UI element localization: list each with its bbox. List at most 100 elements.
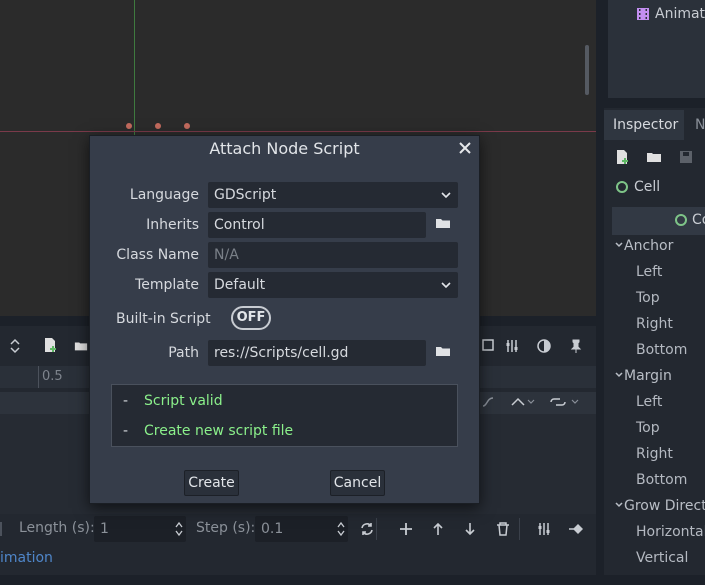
create-button[interactable]: Create [184,470,239,496]
language-label: Language [129,187,199,203]
key-insert-icon[interactable] [567,521,585,537]
onion-skin-icon[interactable] [536,338,552,354]
chevron-down-icon [614,500,624,510]
inspector-node-name: Cell [616,179,660,195]
property-anchor-top[interactable]: Top [612,290,705,316]
track-tools-icon[interactable] [536,521,552,537]
open-folder-icon[interactable] [646,149,662,165]
builtin-script-toggle[interactable]: OFF [231,306,271,330]
section-margin[interactable]: Margin [612,368,705,394]
browse-folder-icon[interactable] [434,214,456,236]
property-label: Bottom [636,342,688,358]
property-label: Horizontal [636,524,705,540]
animation-panel-link[interactable]: imation [0,550,53,566]
property-margin-right[interactable]: Right [612,446,705,472]
resize-handle[interactable] [126,123,132,129]
property-margin-bottom[interactable]: Bottom [612,472,705,498]
path-input[interactable]: res://Scripts/cell.gd [208,340,426,366]
class-name-input[interactable]: N/A [208,242,458,268]
property-label: Left [636,264,663,280]
spinner-icon[interactable] [174,520,184,538]
loop-mode-icon[interactable] [548,396,580,408]
step-value: 0.1 [261,521,284,537]
status-script-valid: Script valid [144,393,223,409]
status-bullet: - [123,393,129,409]
interpolation-icon[interactable] [482,396,496,408]
property-label: Bottom [636,472,688,488]
inherits-label: Inherits [146,217,199,233]
cancel-button[interactable]: Cancel [330,470,385,496]
property-anchor-right[interactable]: Right [612,316,705,342]
divider [0,522,2,536]
property-margin-left[interactable]: Left [612,394,705,420]
property-grow-vertical[interactable]: Vertical [612,550,705,576]
node-name-label: Cell [634,179,661,195]
length-field[interactable]: 1 [94,516,186,542]
chevron-down-icon [614,240,624,250]
new-resource-icon[interactable] [614,149,630,165]
inherits-input[interactable]: Control [208,212,426,238]
builtin-script-label: Built-in Script [116,311,211,327]
delete-track-icon[interactable] [495,521,511,537]
inherits-value: Control [214,217,265,233]
property-anchor-bottom[interactable]: Bottom [612,342,705,368]
spinner-icon[interactable] [336,520,346,538]
path-value: res://Scripts/cell.gd [214,345,349,361]
move-down-icon[interactable] [463,521,477,537]
length-label: Length (s): [19,520,95,536]
save-icon[interactable] [678,149,694,165]
divider [376,518,377,540]
property-label: Left [636,394,663,410]
property-label: Vertical [636,550,689,566]
dialog-title: Attach Node Script [209,139,360,158]
class-name-label: Class Name [116,247,199,263]
resize-handle[interactable] [155,123,161,129]
control-node-icon [616,181,628,193]
resize-handle[interactable] [184,123,190,129]
up-down-arrows-icon[interactable] [8,337,22,355]
property-label: Right [636,316,673,332]
status-create-file: Create new script file [144,423,294,439]
load-animation-icon[interactable] [74,339,88,353]
section-anchor[interactable]: Anchor [612,238,705,264]
template-select[interactable]: Default [208,272,458,298]
inspector-toolbar [614,149,694,165]
section-grow-direction[interactable]: Grow Directi [612,498,705,524]
edit-tools-icon[interactable] [504,338,520,354]
expand-icon[interactable] [482,338,494,352]
chevron-down-icon [440,280,452,290]
scene-tree-item-animation[interactable]: Animati [636,6,705,22]
class-name-placeholder: N/A [214,247,239,263]
browse-path-folder-icon[interactable] [434,342,456,364]
property-label: Top [636,290,660,306]
tab-inspector-label: Inspector [613,117,679,133]
section-label: Anchor [624,238,674,254]
language-selected-value: GDScript [214,187,277,203]
property-label: Top [636,420,660,436]
add-track-icon[interactable] [398,521,414,537]
property-label: Right [636,446,673,462]
chevron-down-icon [440,190,452,200]
refresh-icon[interactable] [359,521,375,537]
timeline-tick [38,366,39,388]
close-icon[interactable] [456,139,474,157]
section-label: Grow Directi [624,498,705,514]
property-grow-horizontal[interactable]: Horizontal [612,524,705,550]
new-animation-icon[interactable] [42,337,58,353]
template-selected-value: Default [214,277,266,293]
property-margin-top[interactable]: Top [612,420,705,446]
tab-node-label[interactable]: N [695,117,705,133]
length-value: 1 [100,521,109,537]
pin-icon[interactable] [568,338,584,354]
chevron-down-icon [614,370,624,380]
template-label: Template [135,277,199,293]
language-select[interactable]: GDScript [208,182,458,208]
step-field[interactable]: 0.1 [255,516,348,542]
x-axis-guide [0,131,596,132]
timeline-mark-label: 0.5 [42,369,63,384]
move-up-icon[interactable] [431,521,445,537]
viewport-scrollbar[interactable] [585,45,589,95]
property-anchor-left[interactable]: Left [612,264,705,290]
path-label: Path [168,345,199,361]
interpolation-dropdown-icon[interactable] [510,396,536,408]
